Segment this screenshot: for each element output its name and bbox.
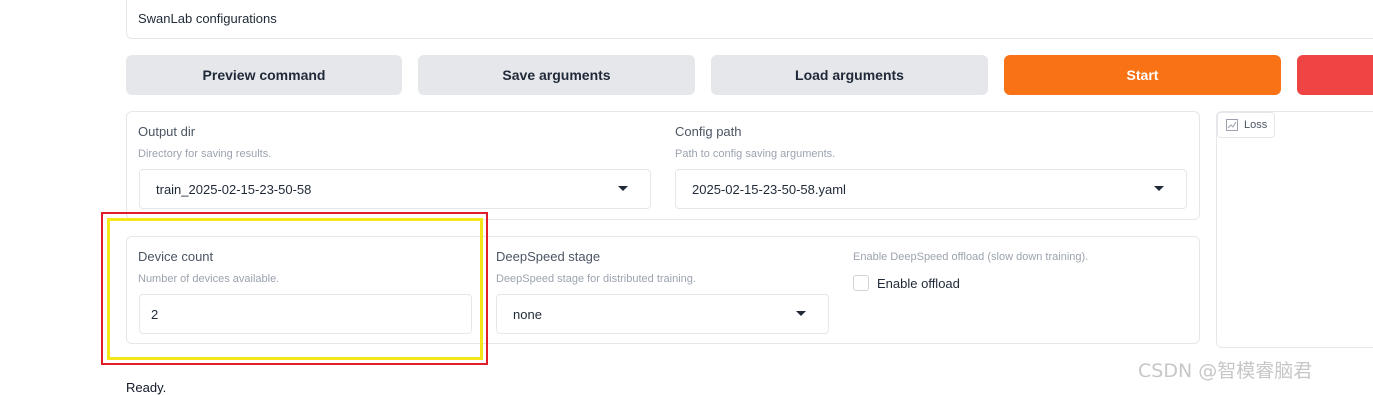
config-path-dropdown[interactable]: 2025-02-15-23-50-58.yaml: [675, 169, 1187, 209]
deepspeed-stage-info: DeepSpeed stage for distributed training…: [496, 273, 696, 285]
deepspeed-offload-info: Enable DeepSpeed offload (slow down trai…: [853, 251, 1089, 263]
loss-plot-panel: [1216, 111, 1373, 348]
stop-button[interactable]: [1297, 55, 1373, 95]
deepspeed-stage-value: none: [513, 306, 542, 322]
highlight-inner-box: [107, 218, 483, 360]
start-button[interactable]: Start: [1004, 55, 1281, 95]
watermark: CSDN @智模睿脑君: [1138, 360, 1313, 382]
output-dir-label: Output dir: [138, 124, 196, 139]
chart-icon: [1226, 119, 1238, 131]
accordion-title[interactable]: SwanLab configurations: [138, 11, 277, 26]
output-dir-info: Directory for saving results.: [138, 148, 272, 160]
load-arguments-button[interactable]: Load arguments: [711, 55, 988, 95]
chevron-down-icon: [618, 186, 628, 191]
swanlab-accordion[interactable]: [126, 0, 1373, 39]
loss-tab-label: Loss: [1244, 119, 1268, 131]
config-path-label: Config path: [675, 124, 742, 139]
enable-offload-label[interactable]: Enable offload: [877, 276, 960, 291]
status-text: Ready.: [126, 380, 167, 395]
deepspeed-stage-dropdown[interactable]: none: [496, 294, 829, 334]
save-arguments-button[interactable]: Save arguments: [418, 55, 695, 95]
loss-plot-tab[interactable]: Loss: [1217, 112, 1275, 138]
output-dir-dropdown[interactable]: train_2025-02-15-23-50-58: [139, 169, 651, 209]
config-path-info: Path to config saving arguments.: [675, 148, 836, 160]
chevron-down-icon: [1154, 186, 1164, 191]
preview-command-button[interactable]: Preview command: [126, 55, 402, 95]
chevron-down-icon: [796, 311, 806, 316]
output-dir-value: train_2025-02-15-23-50-58: [156, 181, 312, 197]
enable-offload-checkbox[interactable]: [853, 275, 869, 291]
deepspeed-stage-label: DeepSpeed stage: [496, 249, 601, 264]
config-path-value: 2025-02-15-23-50-58.yaml: [692, 181, 846, 197]
